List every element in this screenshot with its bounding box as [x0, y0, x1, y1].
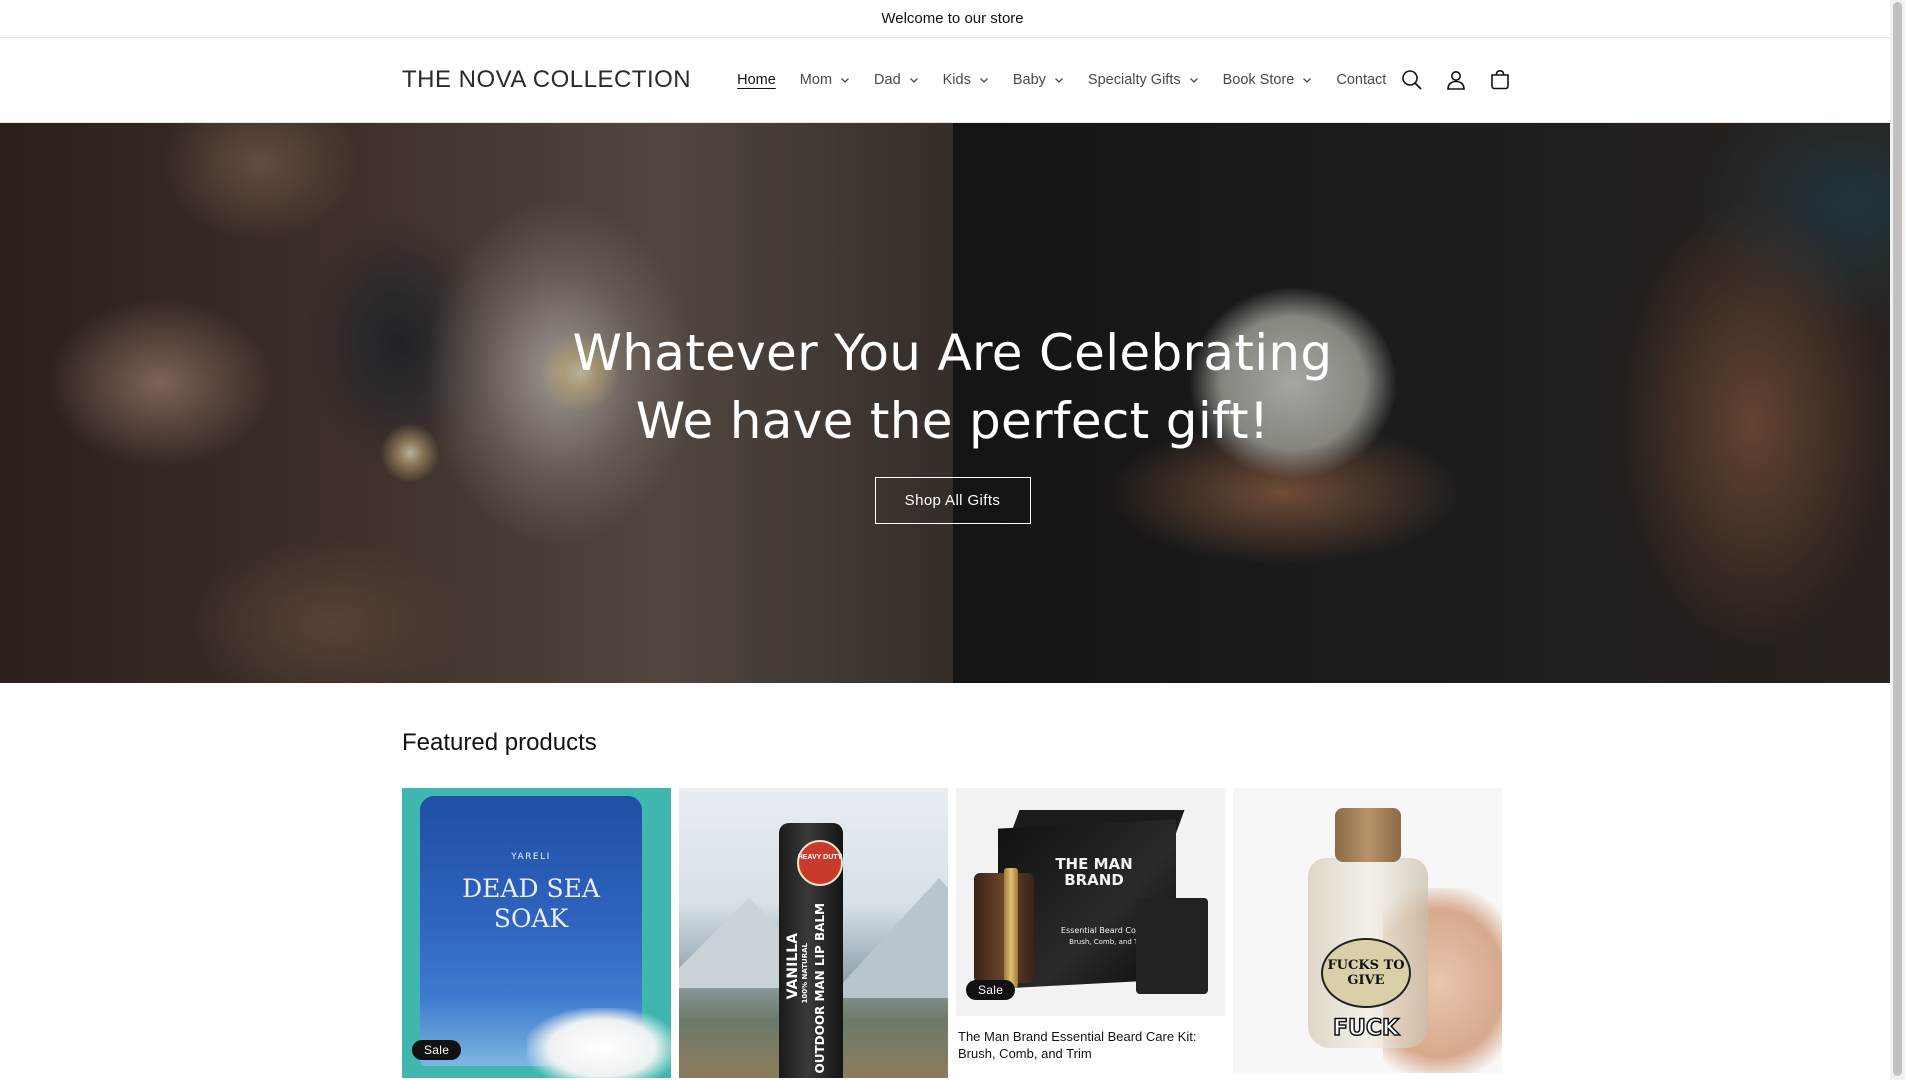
page-scrollbar[interactable] [1890, 0, 1905, 1080]
product-image[interactable]: OUTDOOR MAN LIP BALM VANILLA 100% NATURA… [679, 788, 948, 1078]
sale-badge: Sale [966, 980, 1016, 1000]
product-flavor-text: VANILLA [785, 933, 801, 1000]
jar-word: FUCK [1332, 1015, 1400, 1042]
product-grid: YARELI DEAD SEA SOAK Sale OUTDOOR MAN LI… [402, 788, 1905, 1078]
mountain-graphic [829, 878, 948, 998]
brush-band-graphic [1004, 868, 1018, 988]
product-name[interactable]: The Man Brand Essential Beard Care Kit: … [956, 1016, 1225, 1062]
nav-item-label: Contact [1336, 72, 1387, 88]
nav-item-contact[interactable]: Contact [1324, 60, 1398, 100]
nav-item-specialty-gifts[interactable]: Specialty Gifts [1076, 60, 1211, 100]
main-nav: Home Mom Dad Kids Baby Specialty Gifts B… [725, 60, 1398, 100]
product-brand-text: THE MAN BRAND [1055, 855, 1133, 889]
product-card[interactable]: THE MAN BRAND Essential Beard Core Kit B… [956, 788, 1225, 1078]
search-icon[interactable] [1398, 66, 1426, 94]
announcement-bar: Welcome to our store [0, 0, 1905, 38]
store-logo[interactable]: THE NOVA COLLECTION [402, 66, 691, 94]
product-image[interactable]: YARELI DEAD SEA SOAK Sale [402, 788, 671, 1078]
hero-banner: Whatever You Are Celebrating We have the… [0, 123, 1905, 683]
announcement-text: Welcome to our store [881, 10, 1024, 27]
nav-item-book-store[interactable]: Book Store [1211, 60, 1325, 100]
section-title: Featured products [402, 729, 597, 756]
chevron-down-icon [1054, 78, 1063, 83]
product-sub-text: 100% NATURAL [801, 943, 809, 1004]
nav-item-dad[interactable]: Dad [862, 60, 931, 100]
nav-item-label: Kids [942, 72, 971, 88]
nav-item-label: Specialty Gifts [1087, 72, 1181, 88]
sale-badge: Sale [412, 1040, 462, 1060]
nav-item-label: Baby [1012, 72, 1046, 88]
hero-content: Whatever You Are Celebrating We have the… [0, 123, 1905, 683]
product-brand-text: YARELI [511, 852, 551, 862]
seal-text: HEAVY DUTY [797, 854, 843, 861]
nav-item-kids[interactable]: Kids [931, 60, 1001, 100]
product-card[interactable]: FUCKS TO GIVE FUCK [1233, 788, 1502, 1078]
product-image[interactable]: THE MAN BRAND Essential Beard Core Kit B… [956, 788, 1225, 1016]
salt-flakes-graphic [527, 1008, 671, 1078]
nav-item-home[interactable]: Home [725, 60, 788, 100]
nav-item-mom[interactable]: Mom [788, 60, 862, 100]
page: Welcome to our store THE NOVA COLLECTION… [0, 0, 1905, 1080]
featured-products-section: Featured products YARELI DEAD SEA SOAK S… [0, 683, 1905, 1078]
heavy-duty-seal [797, 840, 843, 886]
product-title-text: SOAK [493, 904, 569, 933]
chevron-down-icon [1189, 78, 1198, 83]
chevron-down-icon [979, 78, 988, 83]
shop-all-gifts-button[interactable]: Shop All Gifts [874, 476, 1031, 524]
header-icons [1398, 66, 1514, 94]
cork-graphic [1335, 808, 1401, 862]
pouch-graphic [1136, 898, 1208, 994]
site-header: THE NOVA COLLECTION Home Mom Dad Kids Ba… [0, 38, 1905, 123]
product-title-text: OUTDOOR MAN LIP BALM [813, 903, 827, 1074]
hero-heading-line-2: We have the perfect gift! [635, 391, 1270, 450]
product-image[interactable]: FUCKS TO GIVE FUCK [1233, 788, 1502, 1073]
chevron-down-icon [909, 78, 918, 83]
account-icon[interactable] [1442, 66, 1470, 94]
nav-item-label: Mom [799, 72, 833, 88]
scrollbar-thumb[interactable] [1893, 2, 1902, 1076]
nav-item-baby[interactable]: Baby [1001, 60, 1076, 100]
nav-item-label: Home [737, 72, 776, 88]
product-card[interactable]: OUTDOOR MAN LIP BALM VANILLA 100% NATURA… [679, 788, 948, 1078]
cart-icon[interactable] [1486, 66, 1514, 94]
nav-item-label: Dad [874, 72, 901, 88]
jar-label: FUCKS TO GIVE [1321, 938, 1411, 1008]
product-card[interactable]: YARELI DEAD SEA SOAK Sale [402, 788, 671, 1078]
product-title-text: DEAD SEA [462, 874, 600, 903]
hero-heading-line-1: Whatever You Are Celebrating [572, 323, 1333, 382]
hero-heading: Whatever You Are Celebrating We have the… [573, 319, 1333, 455]
chevron-down-icon [841, 78, 849, 83]
nav-item-label: Book Store [1222, 72, 1295, 88]
chevron-down-icon [1303, 78, 1312, 83]
